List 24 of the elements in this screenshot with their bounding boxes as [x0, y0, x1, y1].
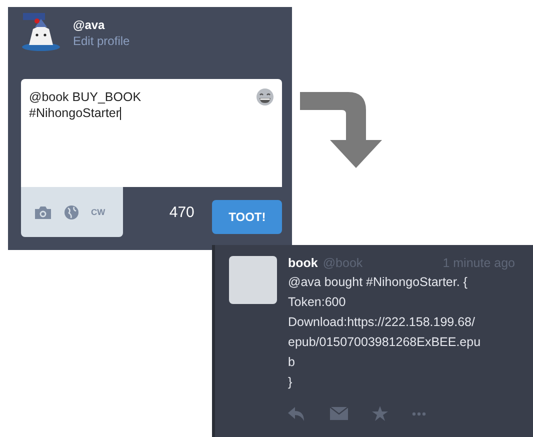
camera-icon[interactable] — [34, 204, 52, 220]
star-icon[interactable] — [372, 406, 388, 421]
cw-toggle[interactable]: CW — [91, 207, 106, 217]
user-handle: @ava — [73, 18, 106, 32]
laughing-face-icon[interactable] — [256, 88, 274, 106]
status-text-line: b — [288, 354, 296, 371]
compose-text-area[interactable]: @book BUY_BOOK #NihongoStarter — [21, 79, 282, 187]
envelope-icon[interactable] — [330, 407, 348, 420]
status-text-line: Download:https://222.158.199.68/ — [288, 314, 476, 331]
status-text-line: } — [288, 374, 294, 391]
edit-profile-link[interactable]: Edit profile — [73, 34, 130, 48]
reply-icon[interactable] — [288, 406, 306, 420]
status-text-line: Token:600 — [288, 294, 347, 311]
more-icon[interactable] — [412, 412, 426, 416]
status-text-line: @ava bought #NihongoStarter. { — [288, 274, 468, 291]
mascot-avatar-icon — [21, 13, 61, 53]
display-name: book — [288, 256, 318, 270]
compose-text-line: @book BUY_BOOK — [29, 89, 142, 105]
character-count: 470 — [169, 204, 194, 220]
status-text-line: epub/01507003981268ExBEE.epu — [288, 334, 482, 351]
compose-text-line: #NihongoStarter — [29, 105, 122, 121]
avatar-placeholder — [229, 256, 277, 304]
toot-button[interactable]: TOOT! — [212, 200, 282, 234]
globe-icon[interactable] — [64, 204, 79, 220]
